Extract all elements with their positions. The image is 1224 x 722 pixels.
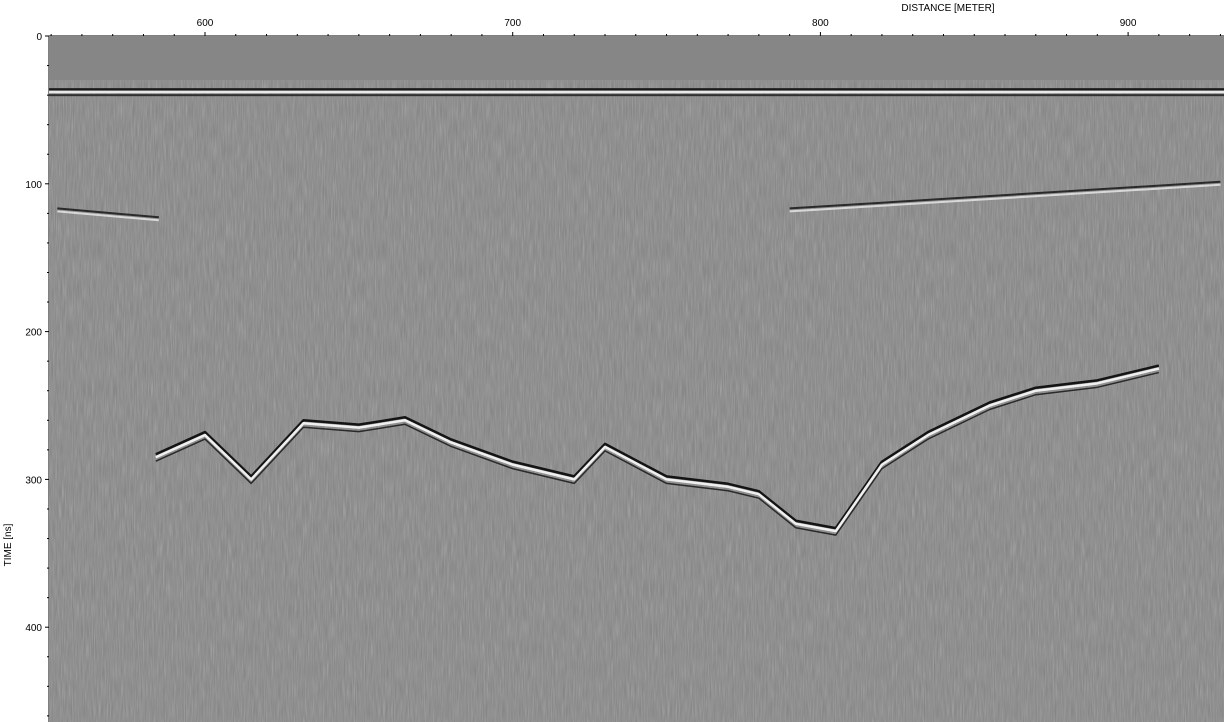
radargram-chart: DISTANCE [METER] TIME [ns] 600 700 800 900 … [3,3,1224,722]
x-ticks: 600 700 800 900 [50,18,1221,36]
y-tick-label: 300 [25,475,42,486]
y-tick-label: 100 [25,180,42,191]
x-tick-label: 800 [812,18,829,29]
x-tick-label: 900 [1120,18,1137,29]
x-axis-title: DISTANCE [METER] [901,3,994,14]
y-tick-label: 200 [25,328,42,339]
y-tick-label: 400 [25,623,42,634]
direct-wave-dark [49,88,1224,91]
x-tick-label: 700 [504,18,521,29]
y-tick-label: 0 [36,32,42,43]
y-ticks: 0 100 200 300 400 [25,32,49,717]
direct-wave-dark-2 [49,94,1224,97]
y-axis-title: TIME [ns] [3,523,14,566]
noise-texture [49,80,1224,722]
plot-area [49,36,1224,722]
air-band [49,36,1224,80]
direct-wave-light [49,90,1224,94]
x-tick-label: 600 [197,18,214,29]
